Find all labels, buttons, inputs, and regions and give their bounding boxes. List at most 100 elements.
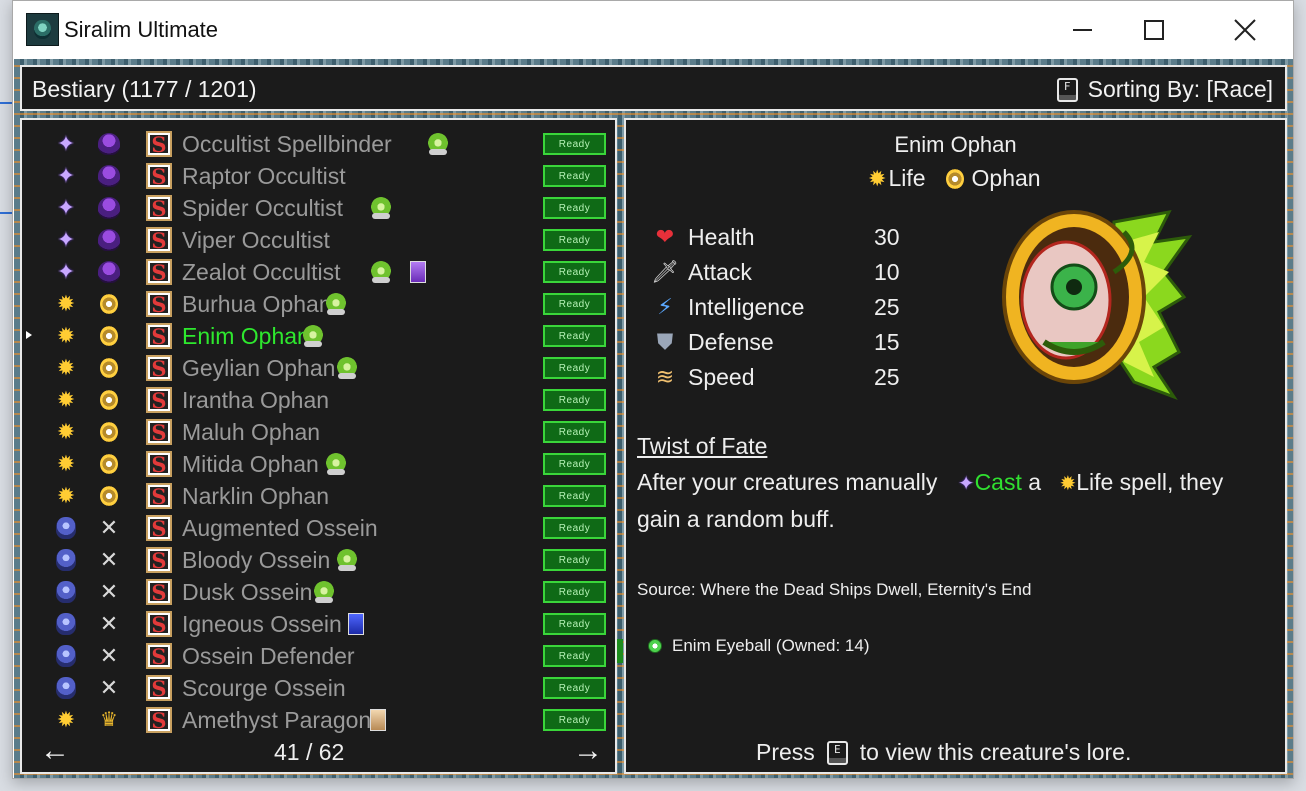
sorcery-icon: ✦: [957, 473, 975, 495]
creature-row[interactable]: ✦ S Raptor Occultist Ready: [22, 160, 615, 192]
creature-row[interactable]: ✕ S Igneous Ossein Ready: [22, 608, 615, 640]
stat-row: ⛊ Defense 15: [652, 325, 912, 360]
creature-row[interactable]: ✕ S Dusk Ossein Ready: [22, 576, 615, 608]
goblin-icon: [370, 197, 393, 219]
ophan-icon: [97, 420, 121, 444]
creature-name: Spider Occultist: [182, 195, 344, 221]
creature-detail-panel: Enim Ophan ✹ Life Ophan ❤ Health 30 🗡 Attack 1…: [624, 118, 1287, 774]
window-title: Siralim Ultimate: [64, 17, 219, 42]
page-number: 41 / 62: [274, 739, 345, 765]
ophan-icon: [97, 452, 121, 476]
close-button[interactable]: [1222, 9, 1268, 51]
card-blue-icon: [347, 613, 364, 635]
next-page-arrow[interactable]: →: [573, 734, 603, 768]
summon-badge-icon: S: [146, 387, 172, 413]
ready-badge: Ready: [543, 165, 606, 187]
creature-name: Igneous Ossein: [182, 611, 342, 637]
keyboard-key-icon[interactable]: E: [826, 740, 848, 765]
sorcery-icon: ✦: [56, 195, 76, 220]
creature-row[interactable]: ✹ S Narklin Ophan Ready: [22, 480, 615, 512]
creature-name: Burhua Ophan: [182, 291, 332, 317]
ready-badge: Ready: [543, 261, 606, 283]
ability-title: Twist of Fate: [637, 433, 768, 459]
title-bar[interactable]: Siralim Ultimate: [13, 1, 1293, 59]
shield-icon: ⛊: [656, 329, 674, 354]
ophan-icon: [97, 356, 121, 380]
ready-badge: Ready: [543, 485, 606, 507]
minimize-button[interactable]: [1059, 9, 1105, 51]
ready-badge: Ready: [543, 293, 606, 315]
creature-row[interactable]: ✹ S Irantha Ophan Ready: [22, 384, 615, 416]
death-icon: [54, 676, 78, 700]
creature-name: Viper Occultist: [182, 227, 330, 253]
stat-label: Health: [688, 224, 755, 250]
material-icon: [648, 639, 662, 653]
stat-row: ❤ Health 30: [652, 220, 912, 255]
sorcery-icon: ✦: [56, 227, 76, 252]
stat-value: 30: [874, 224, 900, 250]
creature-row[interactable]: ✦ S Occultist Spellbinder Ready: [22, 128, 615, 160]
ability-text: gain a random buff.: [637, 506, 835, 532]
source-text: Source: Where the Dead Ships Dwell, Eter…: [637, 580, 1032, 599]
stat-label: Defense: [688, 329, 774, 355]
summon-badge-icon: S: [146, 707, 172, 733]
summon-badge-icon: S: [146, 323, 172, 349]
scroll-indicator: [617, 639, 623, 663]
creature-row[interactable]: ✕ S Scourge Ossein Ready: [22, 672, 615, 704]
wing-icon: ≋: [655, 364, 675, 389]
creature-row[interactable]: ✦ S Viper Occultist Ready: [22, 224, 615, 256]
prev-page-arrow[interactable]: ←: [40, 734, 70, 768]
maximize-icon: [1144, 20, 1164, 40]
creature-row[interactable]: ✕ S Augmented Ossein Ready: [22, 512, 615, 544]
goblin-icon: [370, 261, 393, 283]
creature-name: Scourge Ossein: [182, 675, 346, 701]
creature-row[interactable]: ✹ S Enim Ophan Ready: [22, 320, 615, 352]
sorcery-icon: ✦: [56, 131, 76, 156]
keyboard-key-icon: F: [1056, 77, 1078, 102]
stat-label: Intelligence: [688, 294, 805, 320]
stat-row: ≋ Speed 25: [652, 360, 912, 395]
creature-name: Enim Ophan: [182, 323, 310, 349]
ready-badge: Ready: [543, 133, 606, 155]
summon-badge-icon: S: [146, 483, 172, 509]
ophan-icon: [945, 168, 964, 189]
creature-name: Geylian Ophan: [182, 355, 336, 381]
stat-value: 15: [874, 329, 900, 355]
creature-name: Bloody Ossein: [182, 547, 331, 573]
creature-row[interactable]: ✹ S Burhua Ophan Ready: [22, 288, 615, 320]
goblin-icon: [302, 325, 324, 347]
app-icon: [26, 13, 59, 46]
creature-row[interactable]: ✕ S Ossein Defender Ready: [22, 640, 615, 672]
goblin-icon: [427, 133, 450, 155]
life-icon: ✹: [56, 419, 76, 444]
cursor-icon: [26, 331, 32, 339]
creature-row[interactable]: ✹ S Geylian Ophan Ready: [22, 352, 615, 384]
ophan-icon: [97, 484, 121, 508]
desktop-strip: [0, 212, 12, 214]
creature-row[interactable]: ✹ S Mitida Ophan Ready: [22, 448, 615, 480]
maximize-button[interactable]: [1131, 9, 1177, 51]
summon-badge-icon: S: [146, 227, 172, 253]
ability-description: After your creatures manually ✦Cast a ✹L…: [637, 465, 1277, 537]
goblin-icon: [324, 293, 347, 315]
life-icon: ✹: [56, 451, 76, 476]
creature-name: Maluh Ophan: [182, 419, 321, 445]
game-viewport: Bestiary (1177 / 1201) F Sorting By: [Ra…: [14, 59, 1293, 778]
summon-badge-icon: S: [146, 419, 172, 445]
ossein-icon: ✕: [99, 675, 119, 700]
desktop-strip: [0, 102, 12, 104]
ready-badge: Ready: [543, 581, 606, 603]
card-purple-icon: [410, 261, 427, 283]
creature-row[interactable]: ✦ S Spider Occultist Ready: [22, 192, 615, 224]
ready-badge: Ready: [543, 389, 606, 411]
creature-row[interactable]: ✕ S Bloody Ossein Ready: [22, 544, 615, 576]
ready-badge: Ready: [543, 421, 606, 443]
ready-badge: Ready: [543, 357, 606, 379]
card-tan-icon: [370, 709, 387, 731]
sort-control[interactable]: F Sorting By: [Race]: [1056, 76, 1273, 103]
creature-row[interactable]: ✹ S Maluh Ophan Ready: [22, 416, 615, 448]
bestiary-title: Bestiary (1177 / 1201): [32, 76, 257, 102]
goblin-icon: [313, 581, 336, 603]
creature-row[interactable]: ✦ S Zealot Occultist Ready: [22, 256, 615, 288]
class-tag: ✹ Life: [868, 165, 926, 192]
